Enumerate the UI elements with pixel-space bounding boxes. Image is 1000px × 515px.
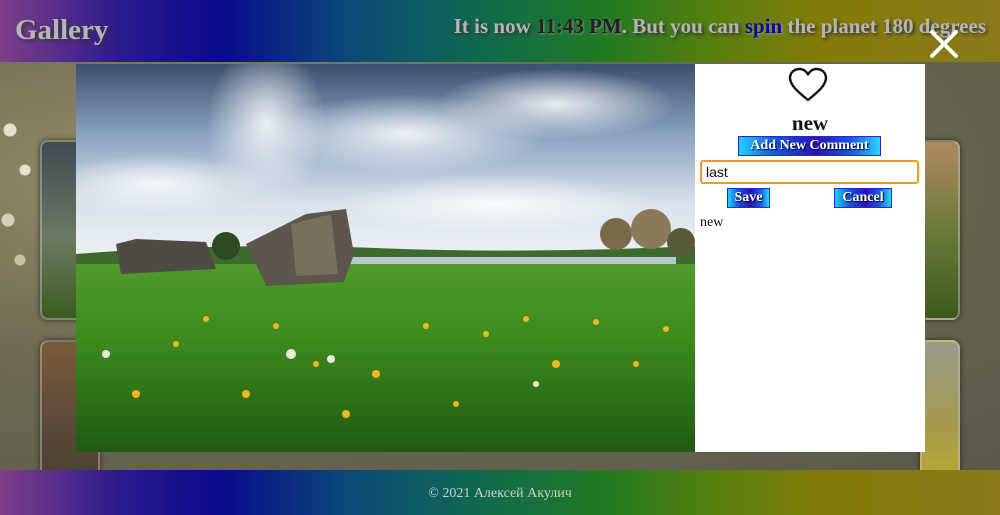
spin-link[interactable]: spin — [745, 14, 782, 38]
site-footer: © 2021 Алексей Акулич — [0, 470, 1000, 515]
landscape-photo — [76, 64, 695, 452]
copyright-text: © 2021 Алексей Акулич — [428, 486, 572, 501]
time-mid: . But you can — [621, 14, 745, 38]
cancel-button[interactable]: Cancel — [834, 188, 892, 208]
time-prefix: It is now — [453, 14, 537, 38]
time-message: It is now 11:43 PM. But you can spin the… — [454, 14, 986, 39]
comment-item: new — [700, 215, 724, 230]
close-icon — [930, 30, 958, 58]
close-button[interactable] — [926, 26, 962, 62]
site-header: Gallery It is now 11:43 PM. But you can … — [0, 0, 1000, 62]
like-button[interactable] — [788, 67, 828, 103]
enlarged-photo — [76, 64, 695, 452]
add-comment-button[interactable]: Add New Comment — [738, 136, 881, 156]
comment-panel: new Add New Comment Save Cancel new — [695, 64, 925, 452]
gallery-thumbnail[interactable] — [920, 140, 960, 320]
blossom-decoration — [0, 110, 40, 280]
comment-input[interactable] — [700, 160, 919, 184]
photo-title: new — [791, 111, 829, 135]
current-time: 11:43 PM — [536, 14, 622, 38]
photo-modal: new Add New Comment Save Cancel new — [76, 64, 925, 452]
site-brand[interactable]: Gallery — [15, 14, 108, 47]
save-button[interactable]: Save — [727, 188, 770, 208]
heart-icon — [788, 67, 828, 102]
